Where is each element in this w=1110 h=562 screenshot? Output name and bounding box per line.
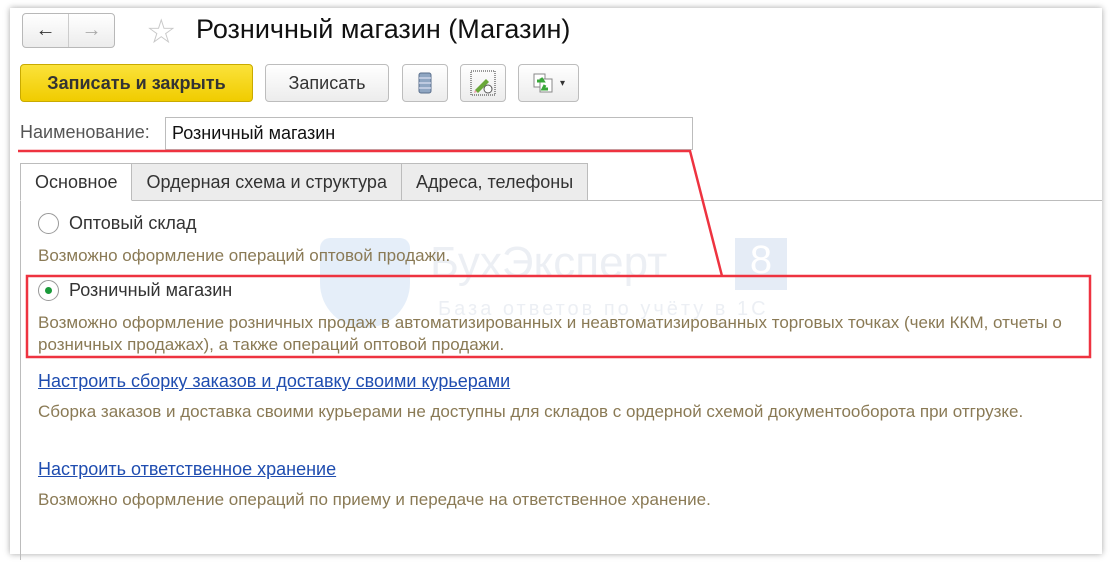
tab-main[interactable]: Основное bbox=[20, 163, 133, 201]
highlight-annotation bbox=[18, 149, 1092, 359]
